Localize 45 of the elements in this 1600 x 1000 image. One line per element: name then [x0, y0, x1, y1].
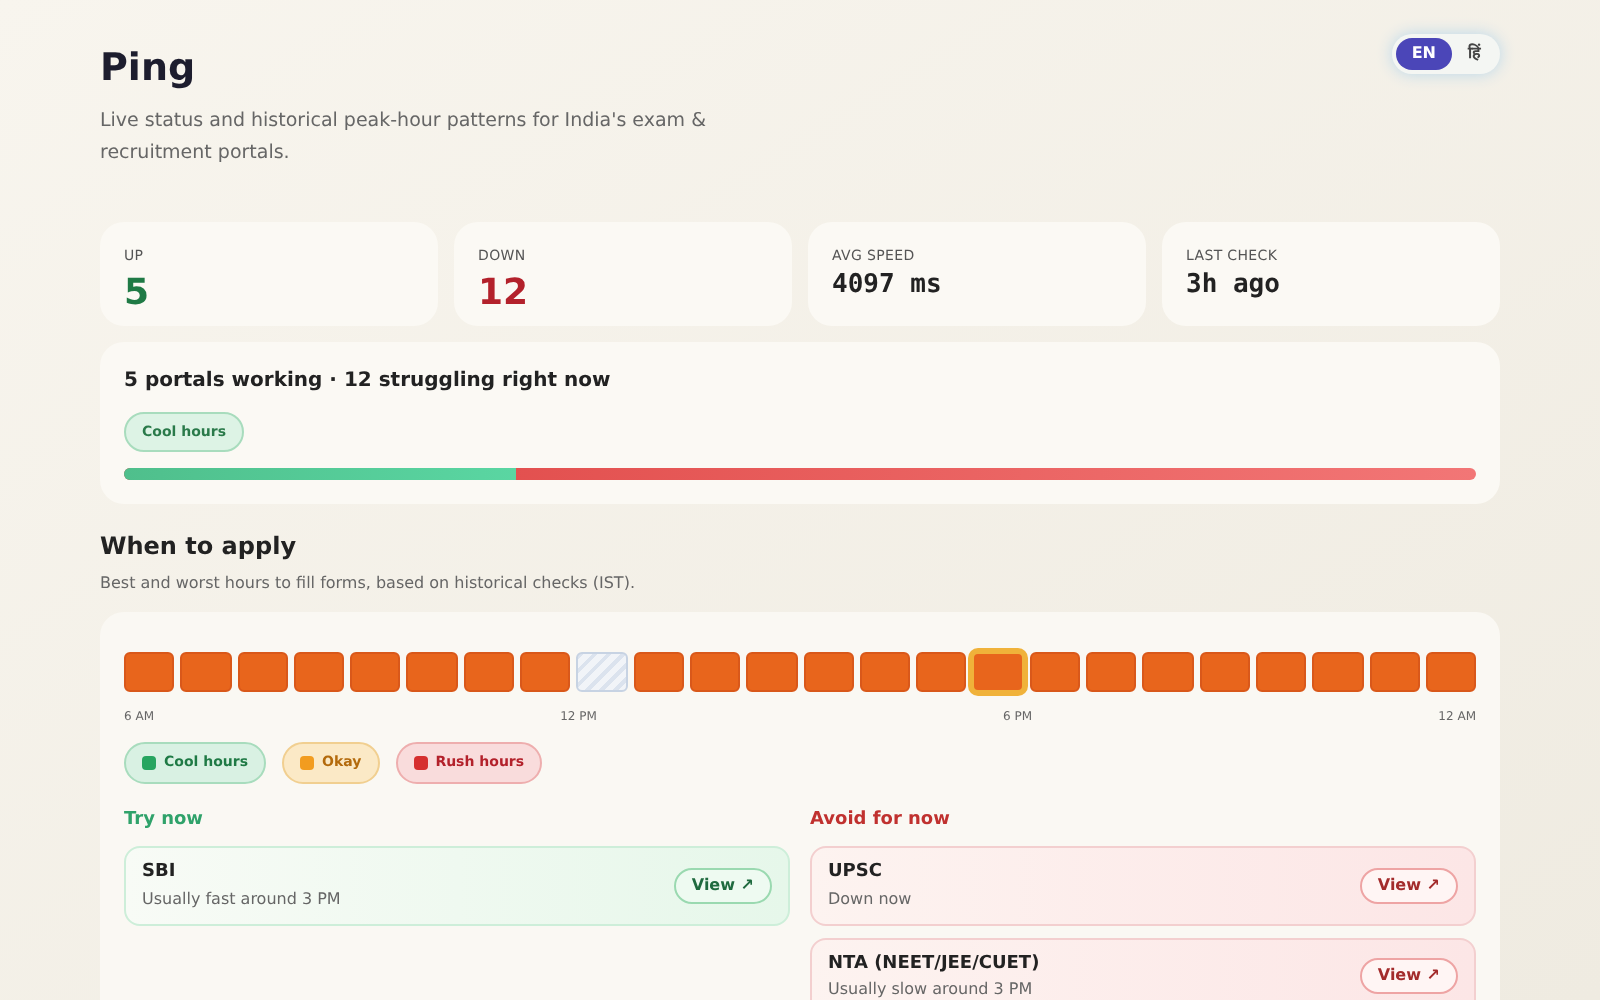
column-heading: Avoid for now [810, 807, 952, 833]
language-option[interactable]: EN [1395, 38, 1452, 70]
portal-note: Down now [828, 887, 912, 911]
hour-cell[interactable] [350, 652, 401, 692]
app-title: Ping [100, 44, 198, 94]
stat-value: 3h ago [1186, 268, 1282, 304]
hour-cell[interactable] [803, 652, 854, 692]
hour-cell[interactable] [633, 652, 684, 692]
portal-name: NTA (NEET/JEE/CUET) [828, 951, 1040, 977]
hour-cell[interactable] [1029, 652, 1081, 692]
hour-cell[interactable] [180, 652, 232, 692]
hour-cell[interactable] [1425, 652, 1477, 692]
hour-cell[interactable] [237, 652, 288, 692]
hour-cell[interactable] [1199, 652, 1250, 692]
hour-cell[interactable] [859, 652, 911, 692]
view-button[interactable]: View ↗ [1359, 958, 1458, 995]
summary-headline: 5 portals working · 12 struggling right now [124, 367, 613, 395]
column-heading: Try now [124, 807, 205, 833]
hour-cell[interactable] [1086, 652, 1137, 692]
hour-cell[interactable] [1255, 652, 1307, 692]
portal-note: Usually fast around 3 PM [142, 887, 341, 911]
hour-cell[interactable] [520, 652, 571, 692]
hour-cell[interactable] [746, 652, 798, 692]
hour-cell[interactable] [972, 652, 1024, 692]
portal-name: UPSC [828, 860, 884, 886]
hour-cell[interactable] [689, 652, 741, 692]
stat-value: 4097 ms [832, 268, 944, 304]
section-title: When to apply [100, 530, 299, 564]
hour-cell[interactable] [124, 652, 175, 692]
stat-value: 5 [124, 270, 152, 318]
hour-cell[interactable] [463, 652, 515, 692]
hour-cell[interactable] [406, 652, 458, 692]
portal-note: Usually slow around 3 PM [828, 978, 1035, 1000]
app-subtitle: Live status and historical peak-hour patterns for India's exam & recruitment portals. [100, 107, 708, 167]
view-button[interactable]: View ↗ [673, 867, 772, 904]
hour-cell[interactable] [1369, 652, 1420, 692]
section-subtitle: Best and worst hours to fill forms, based on historical checks (IST). [100, 572, 637, 596]
hour-cell[interactable] [1312, 652, 1364, 692]
portal-name: SBI [142, 860, 178, 886]
language-option[interactable]: हिं [1452, 38, 1496, 70]
hour-cell[interactable] [293, 652, 345, 692]
hour-cell[interactable] [1142, 652, 1194, 692]
hour-cell[interactable] [916, 652, 967, 692]
stat-value: 12 [478, 270, 531, 318]
view-button[interactable]: View ↗ [1359, 867, 1458, 904]
